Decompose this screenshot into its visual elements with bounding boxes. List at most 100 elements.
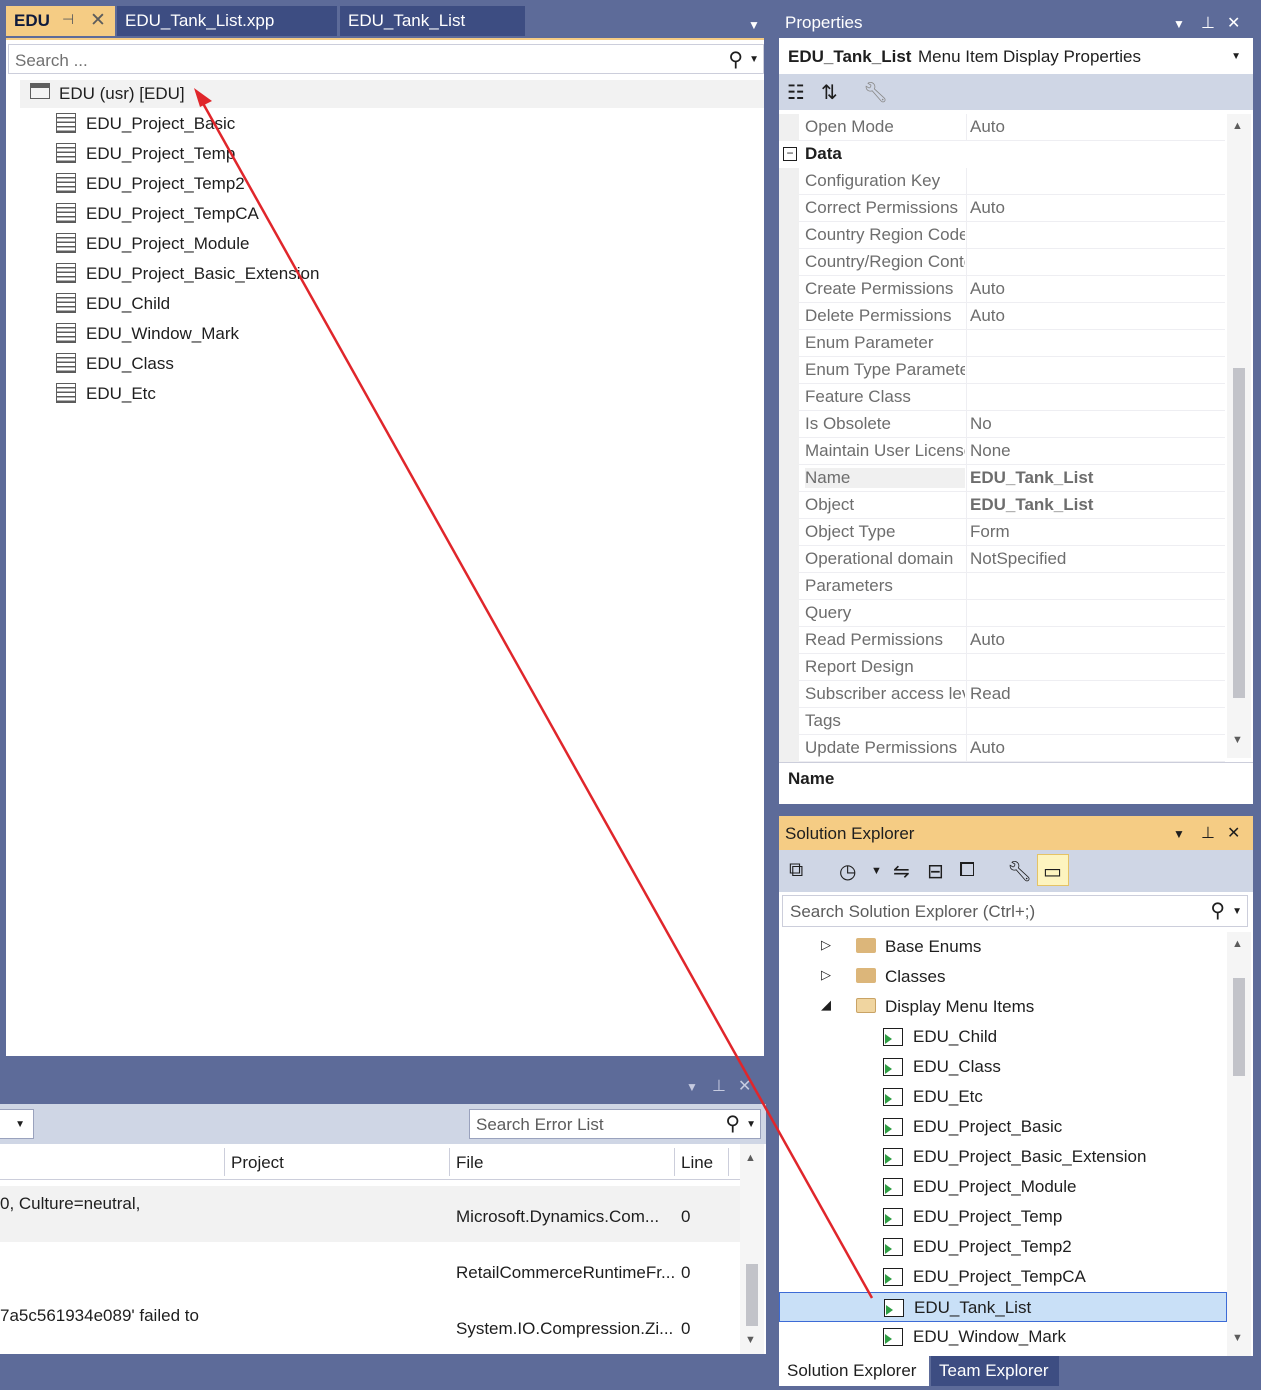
property-row[interactable]: Configuration Key: [779, 168, 1225, 195]
tree-node-base-enums[interactable]: ▷ Base Enums: [779, 932, 1227, 962]
sync-icon[interactable]: ⇋: [893, 859, 910, 884]
property-row[interactable]: Operational domain NotSpecified: [779, 546, 1225, 573]
chevron-down-icon[interactable]: ▼: [686, 1080, 698, 1094]
scroll-thumb[interactable]: [1233, 978, 1245, 1076]
solution-search-input[interactable]: Search Solution Explorer (Ctrl+;) ⚲ ▼: [782, 895, 1248, 927]
tab-solution-explorer[interactable]: Solution Explorer: [779, 1356, 929, 1386]
object-selector[interactable]: EDU_Tank_List Menu Item Display Properti…: [779, 38, 1253, 74]
column-divider[interactable]: [674, 1148, 675, 1176]
column-divider[interactable]: [449, 1148, 450, 1176]
error-list-scrollbar[interactable]: ▲ ▼: [740, 1144, 764, 1354]
property-row[interactable]: Maintain User License None: [779, 438, 1225, 465]
scroll-thumb[interactable]: [1233, 368, 1245, 698]
property-row[interactable]: Is Obsolete No: [779, 411, 1225, 438]
expand-arrow-icon[interactable]: ▷: [821, 967, 831, 983]
property-row[interactable]: Read Permissions Auto: [779, 627, 1225, 654]
close-icon[interactable]: ✕: [738, 1076, 751, 1096]
chevron-down-icon[interactable]: ▼: [746, 1119, 756, 1130]
error-search-input[interactable]: Search Error List ⚲ ▼: [469, 1109, 761, 1139]
property-row[interactable]: Query: [779, 600, 1225, 627]
menu-item-node[interactable]: EDU_Window_Mark: [779, 1322, 1227, 1352]
property-row-selected[interactable]: Name EDU_Tank_List: [779, 465, 1225, 492]
property-value[interactable]: NotSpecified: [970, 549, 1066, 569]
scroll-up-icon[interactable]: ▲: [1232, 938, 1243, 950]
menu-item-node[interactable]: EDU_Project_Temp: [779, 1202, 1227, 1232]
scroll-down-icon[interactable]: ▼: [1232, 734, 1243, 746]
scroll-thumb[interactable]: [746, 1264, 758, 1326]
tab-edu-tank-list[interactable]: EDU_Tank_List: [340, 6, 525, 36]
pin-icon[interactable]: ⊣: [62, 11, 74, 28]
tab-edu-tank-list-xpp[interactable]: EDU_Tank_List.xpp: [117, 6, 337, 36]
collapse-icon[interactable]: −: [783, 147, 797, 161]
tree-node-classes[interactable]: ▷ Classes: [779, 962, 1227, 992]
property-value[interactable]: Read: [970, 684, 1011, 704]
property-row[interactable]: Object Type Form: [779, 519, 1225, 546]
close-icon[interactable]: ✕: [1227, 13, 1240, 33]
table-row[interactable]: RetailCommerceRuntimeFr... 0: [0, 1242, 740, 1298]
property-value[interactable]: EDU_Tank_List: [970, 495, 1093, 515]
pending-changes-icon[interactable]: ◷: [839, 859, 856, 884]
menu-item-node[interactable]: EDU_Project_Module: [779, 1172, 1227, 1202]
property-value[interactable]: Form: [970, 522, 1010, 542]
property-value[interactable]: Auto: [970, 198, 1005, 218]
tree-root-node[interactable]: EDU (usr) [EDU]: [20, 80, 764, 108]
property-row[interactable]: Subscriber access level Read: [779, 681, 1225, 708]
menu-item-node[interactable]: EDU_Project_Basic: [779, 1112, 1227, 1142]
property-row[interactable]: Parameters: [779, 573, 1225, 600]
property-row[interactable]: Country/Region Context Field Group: [779, 249, 1225, 276]
property-row[interactable]: Update Permissions Auto: [779, 735, 1225, 762]
tab-edu[interactable]: EDU ⊣ ✕: [6, 6, 115, 36]
chevron-down-icon[interactable]: ▼: [15, 1119, 25, 1130]
menu-item-node[interactable]: EDU_Etc: [779, 1082, 1227, 1112]
model-search-input[interactable]: Search ... ⚲ ▼: [8, 44, 764, 74]
alphabetical-sort-icon[interactable]: ⇅: [821, 80, 838, 105]
collapse-all-icon[interactable]: ⊟: [927, 859, 944, 884]
category-data[interactable]: − Data: [779, 141, 1225, 168]
close-icon[interactable]: ✕: [90, 9, 106, 32]
column-divider[interactable]: [224, 1148, 225, 1176]
property-value[interactable]: EDU_Tank_List: [970, 468, 1093, 488]
property-row[interactable]: Correct Permissions Auto: [779, 195, 1225, 222]
menu-item-node[interactable]: EDU_Project_Temp2: [779, 1232, 1227, 1262]
property-value[interactable]: No: [970, 414, 992, 434]
property-row[interactable]: Enum Type Parameter: [779, 357, 1225, 384]
table-row[interactable]: 7a5c561934e089' failed to System.IO.Comp…: [0, 1298, 740, 1354]
solution-explorer-scrollbar[interactable]: ▲ ▼: [1227, 932, 1251, 1356]
collapse-arrow-icon[interactable]: ◢: [821, 997, 831, 1013]
close-icon[interactable]: ✕: [1227, 823, 1240, 843]
property-row[interactable]: Report Design: [779, 654, 1225, 681]
scroll-down-icon[interactable]: ▼: [745, 1334, 756, 1346]
chevron-down-icon[interactable]: ▼: [871, 865, 882, 877]
expand-arrow-icon[interactable]: ▷: [821, 937, 831, 953]
search-icon[interactable]: ⚲: [728, 47, 743, 72]
menu-item-node[interactable]: EDU_Child: [779, 1022, 1227, 1052]
property-value[interactable]: Auto: [970, 630, 1005, 650]
property-row[interactable]: Enum Parameter: [779, 330, 1225, 357]
tree-node-display-menu-items[interactable]: ◢ Display Menu Items: [779, 992, 1227, 1022]
property-row[interactable]: Delete Permissions Auto: [779, 303, 1225, 330]
property-row[interactable]: Object EDU_Tank_List: [779, 492, 1225, 519]
chevron-down-icon[interactable]: ▼: [1232, 906, 1242, 917]
property-row[interactable]: Create Permissions Auto: [779, 276, 1225, 303]
search-icon[interactable]: ⚲: [725, 1111, 740, 1136]
pin-icon[interactable]: ⊥: [1201, 13, 1215, 33]
column-project[interactable]: Project: [231, 1153, 284, 1173]
scope-combo[interactable]: ▼: [0, 1109, 34, 1139]
scroll-down-icon[interactable]: ▼: [1232, 1332, 1243, 1344]
chevron-down-icon[interactable]: ▼: [1231, 51, 1241, 62]
property-row[interactable]: Feature Class: [779, 384, 1225, 411]
property-row[interactable]: Open Mode Auto: [779, 114, 1225, 141]
property-value[interactable]: Auto: [970, 279, 1005, 299]
properties-scrollbar[interactable]: ▲ ▼: [1227, 114, 1251, 758]
menu-item-node[interactable]: EDU_Project_TempCA: [779, 1262, 1227, 1292]
property-value[interactable]: Auto: [970, 117, 1005, 137]
switch-views-icon[interactable]: ⧉: [789, 859, 803, 882]
chevron-down-icon[interactable]: ▼: [749, 54, 759, 65]
property-value[interactable]: Auto: [970, 306, 1005, 326]
menu-item-node[interactable]: EDU_Class: [779, 1052, 1227, 1082]
property-value[interactable]: Auto: [970, 738, 1005, 758]
chevron-down-icon[interactable]: ▼: [1173, 17, 1185, 31]
table-row[interactable]: 0, Culture=neutral, Microsoft.Dynamics.C…: [0, 1186, 740, 1242]
column-file[interactable]: File: [456, 1153, 483, 1173]
wrench-icon[interactable]: 🔧︎: [863, 80, 888, 105]
